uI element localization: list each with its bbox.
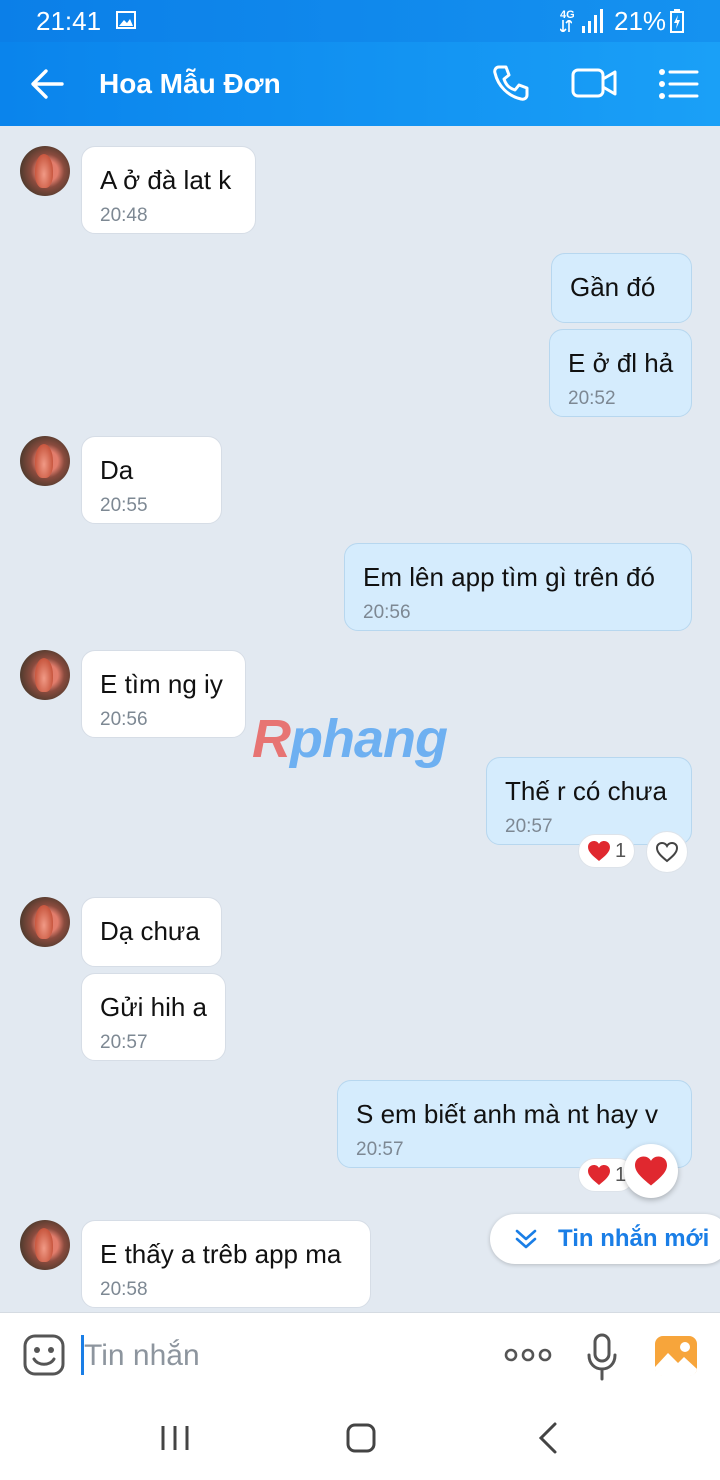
message-text: E tìm ng iy xyxy=(100,669,223,699)
message-input[interactable] xyxy=(84,1335,464,1377)
status-time: 21:41 xyxy=(36,6,102,36)
message-text: E thấy a trêb app ma xyxy=(100,1239,342,1269)
reaction-count: 1 xyxy=(615,839,627,862)
message-time: 20:55 xyxy=(100,495,148,516)
battery-icon xyxy=(670,9,684,33)
message-text: E ở đl hả xyxy=(568,348,674,378)
message-text: Thế r có chưa xyxy=(505,776,667,806)
react-heart-button[interactable] xyxy=(624,1144,678,1198)
watermark-text: phang xyxy=(290,709,448,769)
heart-outline-icon xyxy=(655,841,679,863)
contact-avatar[interactable] xyxy=(20,436,70,486)
message-bubble-incoming[interactable]: E tìm ng iy 20:56 xyxy=(81,650,246,738)
message-text: Gần đó xyxy=(570,272,656,302)
nav-back-icon[interactable] xyxy=(536,1421,560,1455)
new-messages-label: Tin nhắn mới xyxy=(558,1225,710,1252)
message-bubble-incoming[interactable]: Dạ chưa xyxy=(81,897,222,967)
home-icon[interactable] xyxy=(344,1421,378,1455)
message-composer xyxy=(0,1312,720,1398)
contact-avatar[interactable] xyxy=(20,1220,70,1270)
contact-avatar[interactable] xyxy=(20,650,70,700)
message-time: 20:48 xyxy=(100,205,148,226)
back-arrow-icon[interactable] xyxy=(26,64,70,104)
message-time: 20:57 xyxy=(505,816,553,837)
contact-avatar[interactable] xyxy=(20,146,70,196)
more-options-icon[interactable] xyxy=(504,1343,552,1367)
message-text: Da xyxy=(100,455,134,485)
watermark-letter: R xyxy=(252,709,291,769)
microphone-icon[interactable] xyxy=(586,1333,618,1381)
message-text: Dạ chưa xyxy=(100,916,200,946)
video-call-icon[interactable] xyxy=(570,64,618,102)
watermark-logo: Rphang xyxy=(252,708,448,770)
phone-call-icon[interactable] xyxy=(490,62,532,104)
contact-avatar[interactable] xyxy=(20,897,70,947)
message-bubble-incoming[interactable]: E thấy a trêb app ma 20:58 xyxy=(81,1220,371,1308)
chat-header: Hoa Mẫu Đơn xyxy=(0,42,720,126)
message-bubble-outgoing[interactable]: Gần đó xyxy=(551,253,692,323)
react-heart-button[interactable] xyxy=(646,831,688,873)
reaction-summary[interactable]: 1 xyxy=(578,834,636,868)
new-messages-button[interactable]: Tin nhắn mới xyxy=(490,1214,720,1264)
double-chevron-down-icon xyxy=(515,1229,537,1249)
image-gallery-icon[interactable] xyxy=(654,1335,698,1377)
message-time: 20:56 xyxy=(363,602,411,623)
message-text: Em lên app tìm gì trên đó xyxy=(363,562,655,592)
battery-percent: 21% xyxy=(614,6,667,36)
signal-icon: 4G xyxy=(560,9,614,33)
heart-icon xyxy=(635,1156,667,1186)
status-bar: 21:41 4G 21% xyxy=(0,0,720,42)
heart-reaction-icon xyxy=(588,1165,610,1185)
gallery-notification-icon xyxy=(116,11,136,29)
message-time: 20:57 xyxy=(356,1139,404,1160)
message-bubble-incoming[interactable]: Gửi hih a 20:57 xyxy=(81,973,226,1061)
system-navigation-bar xyxy=(0,1398,720,1480)
message-bubble-incoming[interactable]: A ở đà lat k 20:48 xyxy=(81,146,256,234)
message-bubble-outgoing[interactable]: E ở đl hả 20:52 xyxy=(549,329,692,417)
message-text: A ở đà lat k xyxy=(100,165,232,195)
contact-name[interactable]: Hoa Mẫu Đơn xyxy=(99,68,281,100)
message-bubble-incoming[interactable]: Da 20:55 xyxy=(81,436,222,524)
message-time: 20:52 xyxy=(568,388,616,409)
menu-list-icon[interactable] xyxy=(656,64,700,104)
message-list[interactable]: A ở đà lat k 20:48 Gần đó E ở đl hả 20:5… xyxy=(0,126,720,1312)
recent-apps-icon[interactable] xyxy=(158,1423,192,1453)
message-bubble-outgoing[interactable]: Em lên app tìm gì trên đó 20:56 xyxy=(344,543,692,631)
message-time: 20:58 xyxy=(100,1279,148,1300)
message-text: S em biết anh mà nt hay v xyxy=(356,1099,659,1129)
message-time: 20:56 xyxy=(100,709,148,730)
message-text: Gửi hih a xyxy=(100,992,208,1022)
sticker-emoji-icon[interactable] xyxy=(22,1333,66,1377)
message-time: 20:57 xyxy=(100,1032,148,1053)
heart-reaction-icon xyxy=(588,841,610,861)
